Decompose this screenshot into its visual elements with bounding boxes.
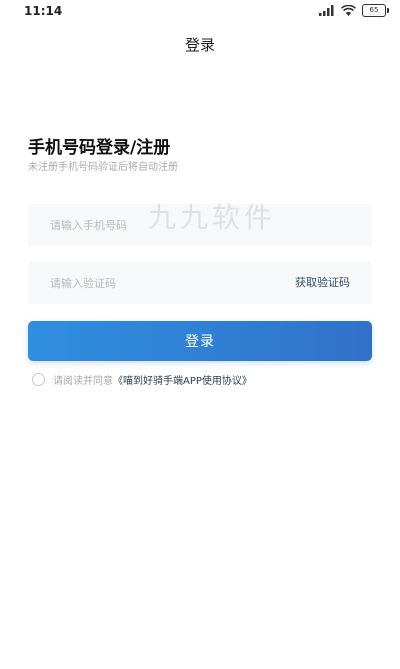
agree-checkbox[interactable] [32,373,45,386]
status-time: 11:14 [24,4,63,18]
get-code-button[interactable]: 获取验证码 [295,262,350,304]
login-heading: 手机号码登录/注册 [28,138,171,158]
battery-icon: 65 [362,4,389,17]
agreement-link[interactable]: 《喵到好骑手端APP使用协议》 [113,372,252,387]
page-title: 登录 [184,36,215,54]
login-subheading: 未注册手机号码验证后将自动注册 [28,162,178,173]
status-bar: 11:14 65 [0,0,400,24]
login-screen: 11:14 65 登录 手机号码登录/注册 未注册手机号码验证后将自动注册 请输… [0,0,400,669]
agreement-prefix: 请阅读并同意 [53,376,113,387]
verification-code-input[interactable] [28,262,290,304]
signal-icon [319,5,335,16]
wifi-icon [341,5,356,16]
phone-field [28,204,372,246]
login-button[interactable]: 登录 [28,321,372,361]
phone-input[interactable] [28,204,290,246]
code-field: 获取验证码 [28,262,372,304]
agreement: 请阅读并同意 《喵到好骑手端APP使用协议》 [32,372,252,387]
status-icons: 65 [319,4,389,17]
